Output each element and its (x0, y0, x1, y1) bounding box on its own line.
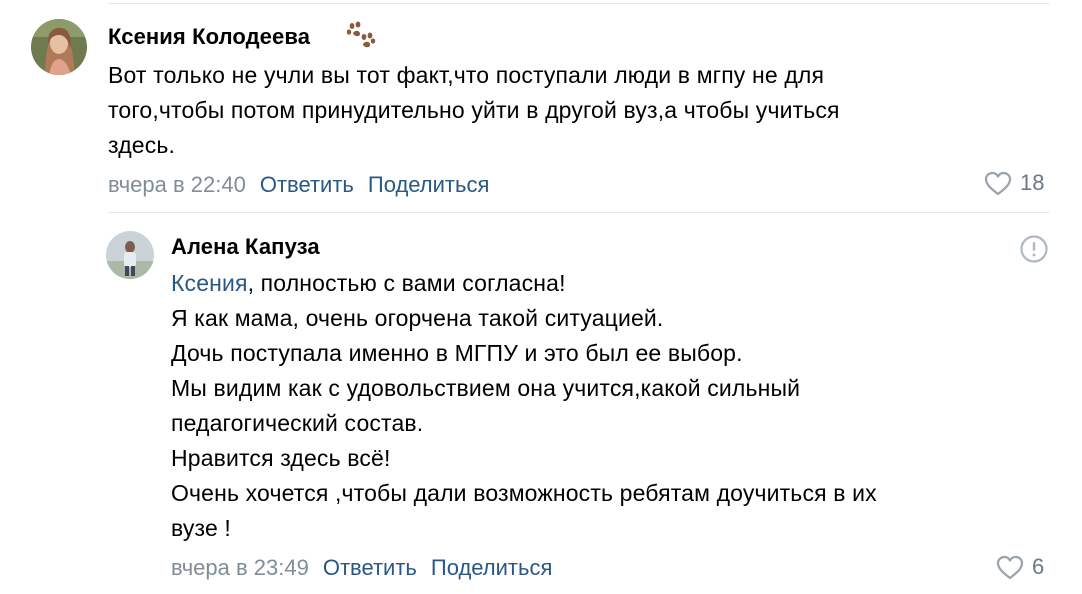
timestamp[interactable]: вчера в 23:49 (171, 555, 309, 580)
avatar[interactable] (106, 231, 154, 279)
comment-text-line: Мы видим как с удовольствием она учится,… (171, 375, 801, 401)
comment-footer: вчера в 22:40 Ответить Поделиться (108, 172, 489, 198)
divider (108, 212, 1050, 213)
heart-icon (984, 171, 1012, 195)
comment-text-line: Очень хочется ,чтобы дали возможность ре… (171, 480, 877, 506)
comment-text: Вот только не учли вы тот факт,что посту… (108, 58, 840, 163)
comment-text-line: педагогический состав. (171, 410, 424, 436)
mention-rest: , полностью с вами согласна! (247, 270, 566, 296)
author-name[interactable]: Алена Капуза (171, 234, 320, 259)
like-count: 6 (1032, 554, 1045, 579)
comment-author[interactable]: Алена Капуза (171, 234, 320, 260)
comment-text-line: Я как мама, очень огорчена такой ситуаци… (171, 305, 664, 331)
share-button[interactable]: Поделиться (431, 555, 552, 580)
reply-button[interactable]: Ответить (260, 172, 354, 197)
report-icon[interactable] (1019, 234, 1049, 264)
author-name[interactable]: Ксения Колодеева (108, 24, 310, 49)
reply-button[interactable]: Ответить (323, 555, 417, 580)
like-button[interactable]: 18 (984, 170, 1044, 196)
paw-icon (346, 21, 376, 48)
like-button[interactable]: 6 (996, 554, 1044, 580)
comment-text-line: того,чтобы потом принудительно уйти в др… (108, 97, 840, 123)
timestamp[interactable]: вчера в 22:40 (108, 172, 246, 197)
mention-link[interactable]: Ксения (171, 270, 248, 296)
comment-text: Ксения, полностью с вами согласна! Я как… (171, 266, 877, 546)
share-button[interactable]: Поделиться (368, 172, 489, 197)
comment-text-line: Вот только не учли вы тот факт,что посту… (108, 62, 825, 88)
comment-text-line: Нравится здесь всё! (171, 445, 391, 471)
avatar[interactable] (31, 19, 87, 75)
comment-author[interactable]: Ксения Колодеева (108, 24, 310, 50)
comment-text-line: вузе ! (171, 515, 231, 541)
like-count: 18 (1020, 170, 1045, 195)
comment-text-line: Дочь поступала именно в МГПУ и это был е… (171, 340, 743, 366)
top-divider (108, 3, 1050, 4)
comment-text-line: здесь. (108, 132, 176, 158)
comment-footer: вчера в 23:49 Ответить Поделиться (171, 555, 552, 581)
comment-text-line: Ксения, полностью с вами согласна! (171, 266, 877, 301)
heart-icon (996, 555, 1024, 579)
